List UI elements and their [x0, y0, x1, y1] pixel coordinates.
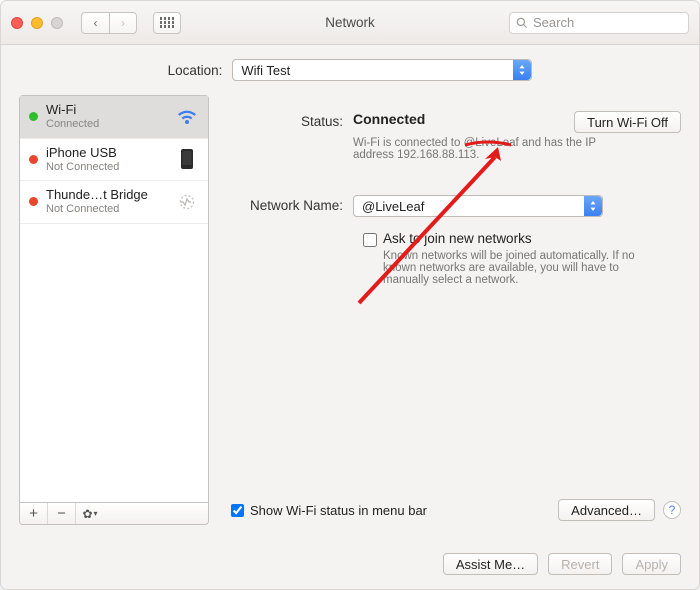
- minimize-window-button[interactable]: [31, 17, 43, 29]
- interface-item-wifi[interactable]: Wi-Fi Connected: [20, 96, 208, 139]
- advanced-button[interactable]: Advanced…: [558, 499, 655, 521]
- zoom-window-button[interactable]: [51, 17, 63, 29]
- titlebar: ‹ › Network Search: [1, 1, 699, 45]
- interface-status: Not Connected: [46, 203, 167, 216]
- show-all-button[interactable]: [153, 12, 181, 34]
- interface-status: Connected: [46, 118, 167, 131]
- location-select[interactable]: Wifi Test: [232, 59, 532, 81]
- dropdown-arrows-icon: [584, 196, 602, 216]
- forward-button[interactable]: ›: [109, 12, 137, 34]
- close-window-button[interactable]: [11, 17, 23, 29]
- chevron-left-icon: ‹: [94, 16, 98, 30]
- sidebar-toolbar: + − ✿▾: [20, 502, 208, 524]
- ask-to-join-checkbox[interactable]: [363, 233, 377, 247]
- search-placeholder: Search: [533, 15, 574, 30]
- location-row: Location: Wifi Test: [1, 45, 699, 95]
- network-name-select[interactable]: @LiveLeaf: [353, 195, 603, 217]
- status-description: Wi-Fi is connected to @LiveLeaf and has …: [353, 137, 633, 161]
- interface-list: Wi-Fi Connected iPhone USB Not Connected: [20, 96, 208, 502]
- interface-status: Not Connected: [46, 161, 167, 174]
- show-in-menubar-label: Show Wi-Fi status in menu bar: [250, 503, 427, 518]
- dropdown-arrows-icon: [513, 60, 531, 80]
- chevron-right-icon: ›: [121, 16, 125, 30]
- turn-wifi-off-button[interactable]: Turn Wi-Fi Off: [574, 111, 681, 133]
- wifi-icon: [175, 107, 199, 127]
- search-field[interactable]: Search: [509, 12, 689, 34]
- status-value: Connected: [353, 111, 425, 127]
- network-name-section: Network Name: @LiveLeaf: [227, 195, 681, 217]
- status-dot-icon: [29, 112, 38, 121]
- interface-name: Wi-Fi: [46, 103, 167, 118]
- phone-icon: [175, 149, 199, 169]
- window-controls: [11, 17, 63, 29]
- body: Wi-Fi Connected iPhone USB Not Connected: [1, 95, 699, 525]
- interface-item-iphone-usb[interactable]: iPhone USB Not Connected: [20, 139, 208, 182]
- help-icon: ?: [669, 503, 676, 517]
- ask-to-join-help: Known networks will be joined automatica…: [383, 250, 663, 286]
- remove-interface-button[interactable]: −: [48, 503, 76, 524]
- thunderbolt-bridge-icon: [175, 192, 199, 212]
- grid-icon: [160, 17, 175, 28]
- apply-button[interactable]: Apply: [622, 553, 681, 575]
- interface-sidebar: Wi-Fi Connected iPhone USB Not Connected: [19, 95, 209, 525]
- status-label: Status:: [227, 111, 353, 161]
- show-in-menubar-checkbox[interactable]: [231, 504, 244, 517]
- ask-to-join-label: Ask to join new networks: [383, 231, 663, 246]
- interface-name: Thunde…t Bridge: [46, 188, 167, 203]
- add-interface-button[interactable]: +: [20, 503, 48, 524]
- revert-button[interactable]: Revert: [548, 553, 612, 575]
- location-value: Wifi Test: [233, 63, 298, 78]
- back-button[interactable]: ‹: [81, 12, 109, 34]
- interface-actions-menu[interactable]: ✿▾: [76, 503, 104, 524]
- pane-footer: Show Wi-Fi status in menu bar Advanced… …: [227, 499, 681, 521]
- assist-me-button[interactable]: Assist Me…: [443, 553, 538, 575]
- status-dot-icon: [29, 197, 38, 206]
- ask-to-join-row: Ask to join new networks Known networks …: [363, 231, 681, 286]
- interface-name: iPhone USB: [46, 146, 167, 161]
- network-name-label: Network Name:: [227, 195, 353, 217]
- detail-pane: Status: Connected Turn Wi-Fi Off Wi-Fi i…: [227, 95, 681, 525]
- chevron-down-icon: ▾: [94, 509, 98, 518]
- help-button[interactable]: ?: [663, 501, 681, 519]
- network-name-value: @LiveLeaf: [354, 199, 432, 214]
- location-label: Location:: [168, 63, 223, 78]
- interface-item-thunderbolt-bridge[interactable]: Thunde…t Bridge Not Connected: [20, 181, 208, 224]
- network-preferences-window: ‹ › Network Search Location: Wifi Test: [0, 0, 700, 590]
- nav-buttons: ‹ ›: [81, 12, 137, 34]
- status-section: Status: Connected Turn Wi-Fi Off Wi-Fi i…: [227, 111, 681, 161]
- gear-icon: ✿: [82, 507, 92, 521]
- status-dot-icon: [29, 155, 38, 164]
- window-buttons: Assist Me… Revert Apply: [443, 553, 681, 575]
- search-icon: [516, 17, 528, 29]
